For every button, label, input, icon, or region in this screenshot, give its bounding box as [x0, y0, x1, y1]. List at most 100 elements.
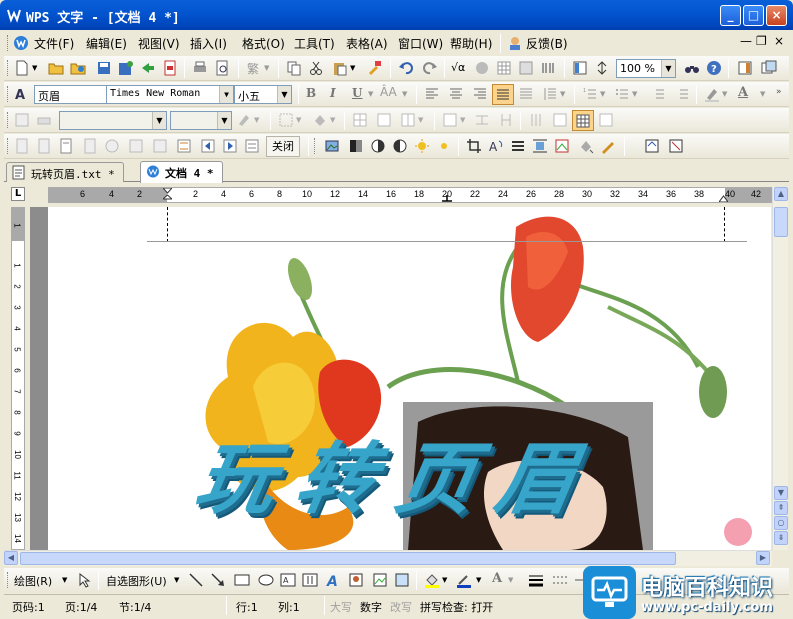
show-marks-icon[interactable] [594, 60, 610, 76]
menu-view[interactable]: 视图(V) [138, 35, 180, 52]
shading-color-icon[interactable] [312, 112, 328, 128]
chevron-down-icon[interactable]: ▼ [217, 112, 231, 129]
toolbar-grip[interactable] [7, 35, 10, 51]
line-style-select[interactable]: ▼ [59, 111, 167, 130]
cut-icon[interactable] [308, 60, 324, 76]
align-center-icon[interactable] [448, 86, 464, 102]
bullets-icon[interactable] [614, 86, 630, 102]
scroll-left-arrow-icon[interactable]: ◀ [4, 551, 18, 565]
decrease-indent-icon[interactable] [650, 86, 666, 102]
toolbar-grip[interactable] [7, 112, 10, 128]
chevron-down-icon[interactable]: ▼ [219, 86, 233, 103]
insert-table-icon[interactable] [496, 60, 512, 76]
styles-icon[interactable]: A [14, 86, 30, 102]
status-overwrite[interactable]: 改写 [390, 599, 412, 615]
autoshapes-dropdown-arrow-icon[interactable]: ▼ [174, 576, 179, 584]
highlight-dropdown-arrow-icon[interactable]: ▼ [722, 90, 727, 98]
close-header-footer-button[interactable]: 关闭 [266, 136, 300, 157]
menu-edit[interactable]: 编辑(E) [86, 35, 127, 52]
status-caps[interactable]: 大写 [330, 599, 352, 615]
underline-button[interactable]: U [352, 86, 362, 100]
menu-file[interactable]: 文件(F) [34, 35, 74, 52]
center-tab-stop-icon[interactable] [442, 195, 452, 202]
character-spacing-icon[interactable]: ÂA [380, 85, 397, 99]
highlight-icon[interactable] [704, 86, 720, 102]
menu-window[interactable]: 窗口(W) [398, 35, 443, 52]
arrow-icon[interactable] [210, 572, 226, 588]
open-web-icon[interactable] [70, 60, 86, 76]
eraser-icon[interactable] [36, 112, 52, 128]
insert-date-icon[interactable] [36, 138, 52, 154]
paste-dropdown-arrow-icon[interactable]: ▼ [350, 64, 355, 72]
switch-window-icon[interactable] [761, 60, 777, 76]
paste-icon[interactable] [332, 60, 348, 76]
new-dropdown-arrow-icon[interactable]: ▼ [32, 64, 37, 72]
insert-table-grid-icon[interactable] [352, 112, 368, 128]
indent-marker-icon[interactable] [163, 188, 172, 202]
save-icon[interactable] [96, 60, 112, 76]
zoom-select[interactable]: 100 % ▼ [616, 59, 676, 78]
line-weight-icon[interactable] [528, 572, 544, 588]
distribute-icon[interactable] [518, 86, 534, 102]
show-gridlines-button-selected[interactable] [572, 110, 594, 131]
doc-minimize-button[interactable]: — [740, 34, 752, 48]
spacing-dropdown-arrow-icon[interactable]: ▼ [402, 90, 407, 98]
menu-table[interactable]: 表格(A) [346, 35, 388, 52]
traditional-chinese-button[interactable]: 繁 [247, 60, 259, 77]
font-color-dropdown-arrow-icon[interactable]: ▼ [760, 90, 765, 98]
right-indent-marker-icon[interactable] [719, 193, 728, 202]
crop-icon[interactable] [466, 138, 482, 154]
distribute-columns-icon[interactable] [498, 112, 514, 128]
horizontal-ruler[interactable]: 6 4 2 2 4 6 8 10 12 14 16 18 20 22 24 26… [48, 187, 772, 203]
fill-color-dropdown-arrow-icon[interactable]: ▼ [442, 576, 447, 584]
formula-icon[interactable]: √α [451, 61, 465, 74]
send-mail-icon[interactable] [140, 60, 156, 76]
export-pdf-icon[interactable] [162, 60, 178, 76]
help-icon[interactable]: ? [706, 60, 722, 76]
status-spellcheck[interactable]: 拼写检查: 打开 [420, 599, 493, 615]
font-color-button[interactable]: A [738, 85, 748, 100]
contrast-icon[interactable] [370, 138, 386, 154]
brightness-down-icon[interactable] [436, 138, 452, 154]
menu-help[interactable]: 帮助(H) [450, 35, 492, 52]
draw-menu-button[interactable]: 绘图(R) [14, 573, 52, 589]
chevron-down-icon[interactable]: ▼ [661, 60, 675, 77]
shading-dropdown-arrow-icon[interactable]: ▼ [330, 116, 335, 124]
align-left-icon[interactable] [424, 86, 440, 102]
draw-table-icon[interactable] [14, 112, 30, 128]
picture-layout-icon[interactable] [668, 138, 684, 154]
menu-format[interactable]: 格式(O) [242, 35, 285, 52]
split-cells-icon[interactable] [400, 112, 416, 128]
underline-dropdown-arrow-icon[interactable]: ▼ [368, 90, 373, 98]
table-autoformat-icon[interactable] [528, 112, 544, 128]
border-color-icon[interactable] [236, 112, 252, 128]
show-previous-icon[interactable] [200, 138, 216, 154]
traditional-dropdown-arrow-icon[interactable]: ▼ [264, 64, 269, 72]
borders-icon[interactable] [278, 112, 294, 128]
tab-wanzhuan-yemei[interactable]: 玩转页眉.txt * [6, 162, 124, 182]
line-spacing-dropdown-arrow-icon[interactable]: ▼ [560, 90, 565, 98]
switch-header-footer-icon[interactable] [176, 138, 192, 154]
draw-font-color-icon[interactable]: A [492, 571, 502, 586]
wordart-title[interactable]: 玩转页眉 [188, 417, 608, 529]
maximize-button[interactable]: □ [743, 5, 764, 26]
scroll-up-arrow-icon[interactable]: ▲ [774, 187, 788, 201]
text-wrapping-icon[interactable] [532, 138, 548, 154]
select-browse-object-icon[interactable]: ○ [774, 516, 788, 530]
line-style-icon[interactable] [510, 138, 526, 154]
fill-color-icon[interactable] [424, 572, 440, 588]
scroll-right-arrow-icon[interactable]: ▶ [756, 551, 770, 565]
chevron-down-icon[interactable]: ▼ [277, 86, 291, 103]
border-color-dropdown-arrow-icon[interactable]: ▼ [254, 116, 259, 124]
horizontal-scrollbar[interactable]: ◀ ▶ [4, 550, 772, 566]
autoshapes-button[interactable]: 自选图形(U) [106, 573, 167, 589]
dash-style-icon[interactable] [552, 572, 568, 588]
format-picture-icon[interactable] [554, 138, 570, 154]
print-icon[interactable] [192, 60, 208, 76]
menu-feedback[interactable]: 反馈(B) [526, 35, 568, 52]
vertical-scrollbar[interactable]: ▲ ▼ ⇞ ○ ⇟ [772, 187, 788, 550]
distribute-rows-icon[interactable] [474, 112, 490, 128]
toolbar-grip[interactable] [314, 138, 317, 154]
print-preview-icon[interactable] [214, 60, 230, 76]
tab-stop-selector[interactable]: L [11, 187, 25, 201]
